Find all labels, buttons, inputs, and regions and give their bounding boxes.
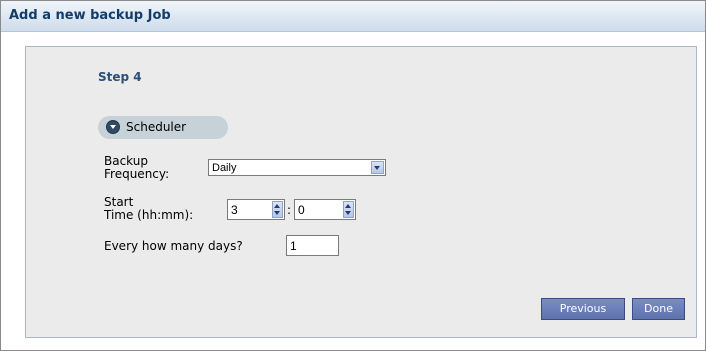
backup-job-window: Add a new backup Job Step 4 Scheduler Ba… — [0, 0, 706, 351]
start-minutes-value: 0 — [298, 203, 305, 217]
window-title: Add a new backup Job — [9, 8, 171, 23]
frequency-value: Daily — [212, 162, 237, 174]
spinner-icon[interactable] — [272, 201, 283, 218]
start-hours-value: 3 — [231, 203, 238, 217]
spin-down-icon[interactable] — [274, 211, 280, 215]
frequency-label-line2: Frequency: — [104, 167, 170, 181]
spinner-icon[interactable] — [343, 201, 354, 218]
wizard-panel: Step 4 Scheduler Backup Frequency: Daily… — [25, 46, 697, 338]
frequency-select[interactable]: Daily — [208, 159, 386, 176]
done-button[interactable]: Done — [632, 298, 685, 320]
start-minutes-stepper[interactable]: 0 — [294, 199, 356, 220]
title-bar: Add a new backup Job — [1, 1, 705, 32]
time-separator: : — [287, 203, 292, 217]
chevron-down-circle-icon — [106, 120, 120, 134]
start-time-label-line2: Time (hh:mm): — [104, 208, 194, 222]
every-days-value: 1 — [290, 239, 297, 253]
chevron-down-icon[interactable] — [371, 161, 384, 174]
start-hours-stepper[interactable]: 3 — [227, 199, 285, 220]
previous-button[interactable]: Previous — [541, 298, 625, 320]
step-title: Step 4 — [98, 70, 142, 84]
spin-down-icon[interactable] — [345, 211, 351, 215]
scheduler-section-toggle[interactable]: Scheduler — [98, 116, 228, 139]
every-days-label: Every how many days? — [104, 239, 243, 253]
section-label: Scheduler — [126, 120, 187, 134]
every-days-input[interactable]: 1 — [286, 235, 339, 256]
spin-up-icon[interactable] — [274, 204, 280, 208]
spin-up-icon[interactable] — [345, 204, 351, 208]
